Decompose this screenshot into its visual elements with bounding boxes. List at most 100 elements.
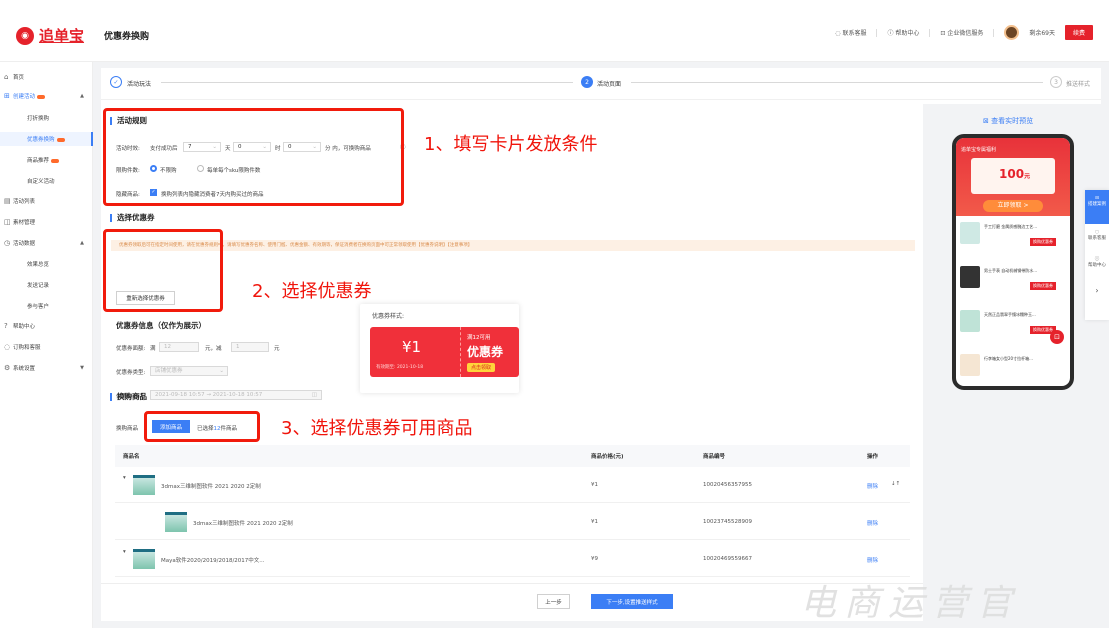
- preview-title[interactable]: ⊠ 查看实时预览: [983, 116, 1033, 126]
- delete-link[interactable]: 删除: [867, 482, 878, 490]
- product-name: Maya软件2020/2019/2018/2017中文...: [161, 558, 265, 564]
- sidebar-item-coupon-exchange[interactable]: 优惠券换购: [0, 132, 93, 146]
- logo-icon: ◉: [16, 26, 34, 45]
- sidebar-item-customers[interactable]: 参与客户: [0, 299, 93, 313]
- help-link[interactable]: ⓘ 帮助中心: [887, 28, 919, 37]
- top-header: ◉ 追单宝 优惠券换购 ◌ 联系客服 ⓘ 帮助中心 ⊡ 企业微信服务 剩余69天…: [0, 0, 1109, 62]
- sidebar-label: 商品推荐: [27, 156, 60, 164]
- chevron-right-icon[interactable]: ›: [1085, 286, 1109, 295]
- item-title: 男士手表 自动机械钢带防水...: [984, 268, 1038, 273]
- sidebar-label: 素材管理: [13, 220, 36, 226]
- sidebar-label: 创建活动: [13, 92, 46, 100]
- sidebar-label: 自定义活动: [27, 179, 55, 185]
- sort-icon[interactable]: ↓↑: [891, 481, 900, 487]
- sidebar-label: 订购和客服: [13, 345, 41, 351]
- product-price: ¥9: [591, 556, 598, 562]
- table-row: 3dmax三维制图软件 2021 2020 2定制 ¥1 10023745528…: [115, 504, 910, 540]
- coupon-info-title: 优惠券信息（仅作为展示）: [116, 321, 206, 330]
- logo-text: 追单宝: [39, 27, 85, 45]
- divider: [993, 28, 995, 37]
- sidebar-item-help[interactable]: ? 帮助中心: [0, 319, 93, 333]
- warning-banner: 优惠券领取后可在指定时间使用，请在优惠券规则中，请填写优惠券名称、使用门槛、优惠…: [111, 240, 915, 251]
- banner-title: 追单宝专属福利: [961, 147, 997, 153]
- coupon-right: 满12可用 优惠券 点击领取: [460, 327, 519, 377]
- amount-unit: 元: [274, 346, 280, 352]
- annotation-3: 3、选择优惠券可用商品: [281, 418, 473, 439]
- sidebar-item-activity-list[interactable]: ▤ 活动列表: [0, 194, 93, 208]
- item-title: 手工打磨 金属质感腕边工艺...: [984, 224, 1038, 229]
- sidebar-item-create[interactable]: ⊞ 创建活动 ▲: [0, 89, 93, 103]
- step-check-icon: ✓: [110, 76, 122, 88]
- annotation-box-3: [144, 411, 260, 442]
- coupon-style-title: 优惠券样式:: [372, 313, 405, 320]
- item-button: 换购优惠券: [1030, 238, 1056, 246]
- sidebar-item-discount[interactable]: 打折换购: [0, 111, 93, 125]
- sidebar-item-data[interactable]: ◷ 活动数据 ▲: [0, 236, 93, 250]
- full-amount-input: 12: [159, 342, 199, 352]
- help-button[interactable]: ⓘ 帮助中心: [1085, 256, 1109, 268]
- sidebar-label: 打折换购: [27, 116, 50, 122]
- expand-icon[interactable]: ▾: [123, 475, 126, 481]
- watermark: 电商运营官: [800, 583, 1021, 624]
- next-button[interactable]: 下一步,设置推送样式: [591, 594, 673, 609]
- product-thumbnail: [165, 512, 187, 532]
- grid-icon: ⊞: [4, 92, 10, 100]
- table-row: ▾ 3dmax三维制图软件 2021 2020 2定制 ¥1 100204563…: [115, 467, 910, 503]
- wechat-service-link[interactable]: ⊡ 企业微信服务: [940, 28, 983, 37]
- sidebar-item-home[interactable]: ⌂ 首页: [0, 70, 93, 84]
- delete-link[interactable]: 删除: [867, 519, 878, 527]
- sidebar-label: 活动列表: [13, 199, 36, 205]
- headset-icon: ◌: [4, 343, 11, 351]
- full-prefix: 满: [150, 346, 156, 352]
- product-thumbnail: [133, 549, 155, 569]
- coupon-style-card: 优惠券样式: ¥1 有效期至: 2021-10-18 满12可用 优惠券 点击领…: [360, 304, 519, 393]
- sidebar-item-custom[interactable]: 自定义活动: [0, 174, 93, 188]
- amount-label: 优惠券面额:: [116, 346, 146, 352]
- expand-icon[interactable]: ▾: [123, 549, 126, 555]
- avatar[interactable]: [1004, 25, 1020, 40]
- product-id: 10020469559667: [703, 556, 752, 562]
- step-label: 推送样式: [1066, 81, 1091, 88]
- coupon-preview: ¥1 有效期至: 2021-10-18 满12可用 优惠券 点击领取: [370, 327, 519, 377]
- contact-link[interactable]: ◌ 联系客服: [835, 28, 866, 37]
- step-label: 活动页面: [597, 81, 622, 88]
- prev-button[interactable]: 上一步: [537, 594, 570, 609]
- claim-button: 立即领取 >: [983, 200, 1043, 212]
- coupon-select-title: 选择优惠券: [110, 214, 155, 222]
- step-indicator: ✓ 活动玩法 2 活动页面 3 推送样式: [101, 68, 1101, 100]
- coupon-amount: ¥1: [402, 338, 422, 356]
- divider: [929, 28, 931, 37]
- preview-panel: ⊠ 查看实时预览 追单宝专属福利 100元 立即领取 > 手工打磨 金属质感腕边…: [923, 104, 1101, 621]
- item-image: [960, 354, 980, 376]
- product-id: 10023745528909: [703, 519, 752, 525]
- sidebar: ⌂ 首页 ⊞ 创建活动 ▲ 打折换购 优惠券换购 商品推荐 自定义活动 ▤ 活动列表 ◫…: [0, 62, 93, 628]
- sidebar-label: 帮助中心: [13, 324, 36, 330]
- phone-banner: 追单宝专属福利 100元 立即领取 >: [956, 138, 1070, 216]
- sidebar-item-recommend[interactable]: 商品推荐: [0, 153, 93, 167]
- sidebar-item-overview[interactable]: 效果总览: [0, 257, 93, 271]
- app-logo[interactable]: ◉ 追单宝: [16, 25, 84, 46]
- item-image: [960, 310, 980, 332]
- divider: [876, 28, 878, 37]
- phone-mockup: 追单宝专属福利 100元 立即领取 > 手工打磨 金属质感腕边工艺... 换购优…: [952, 134, 1074, 390]
- coupon-type-select: 店铺优惠券 ⌄: [150, 366, 228, 376]
- annotation-1: 1、填写卡片发放条件: [424, 134, 598, 155]
- sidebar-item-order-service[interactable]: ◌ 订购和客服: [0, 340, 93, 354]
- cases-button[interactable]: ⊟ 搭建案例: [1085, 190, 1109, 224]
- col-op: 操作: [867, 454, 879, 460]
- item-image: [960, 266, 980, 288]
- col-name: 商品名: [123, 454, 140, 460]
- contact-button[interactable]: ◌ 联系客服: [1085, 230, 1109, 241]
- renew-button[interactable]: 续费: [1064, 25, 1093, 40]
- sidebar-item-settings[interactable]: ⚙ 系统设置 ▼: [0, 361, 93, 375]
- floating-toolbar: ⊟ 搭建案例 ◌ 联系客服 ⓘ 帮助中心 ›: [1085, 190, 1109, 320]
- delete-link[interactable]: 删除: [867, 556, 878, 564]
- sidebar-item-send-records[interactable]: 发送记录: [0, 278, 93, 292]
- sidebar-item-materials[interactable]: ◫ 素材管理: [0, 215, 93, 229]
- item-title: 行李箱女小型20寸拉杆箱...: [984, 356, 1033, 361]
- sidebar-label: 效果总览: [27, 262, 50, 268]
- reduce-amount-input: 1: [231, 342, 269, 352]
- hot-badge: [56, 137, 65, 142]
- product-price: ¥1: [591, 519, 598, 525]
- step-divider: [161, 82, 573, 83]
